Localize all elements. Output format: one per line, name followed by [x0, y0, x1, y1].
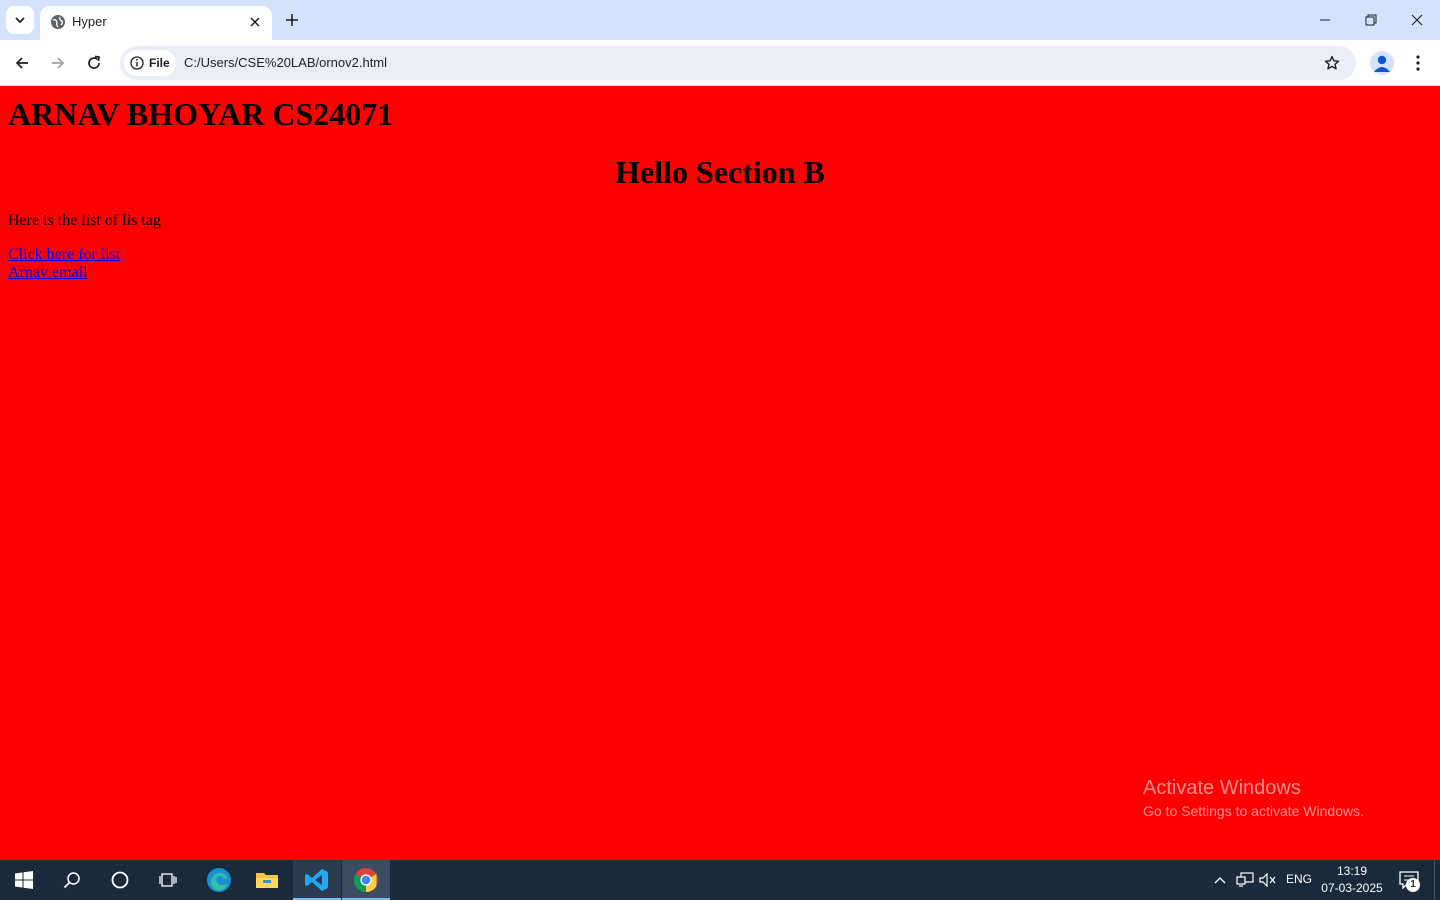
cortana-icon — [111, 871, 129, 889]
volume-button[interactable] — [1258, 870, 1278, 890]
vscode-taskbar-button[interactable] — [293, 860, 341, 900]
new-tab-button[interactable] — [280, 8, 304, 32]
show-hidden-icons-button[interactable] — [1210, 870, 1230, 890]
arrow-left-icon — [15, 57, 28, 69]
file-explorer-taskbar-button[interactable] — [243, 860, 291, 900]
star-icon — [1324, 55, 1340, 70]
tab-close-button[interactable] — [246, 13, 264, 31]
restore-button[interactable] — [1348, 0, 1394, 40]
list-paragraph: Here is the list of lis tag — [8, 212, 161, 229]
reload-button[interactable] — [80, 49, 108, 77]
browser-tab[interactable]: Hyper — [40, 6, 272, 40]
url-text[interactable]: C:/Users/CSE%20LAB/ornov2.html — [184, 55, 387, 70]
close-icon — [250, 17, 260, 27]
vscode-icon — [305, 869, 328, 891]
name-heading: ARNAV BHOYAR CS24071 — [8, 96, 394, 132]
forward-button[interactable] — [44, 49, 72, 77]
watermark-title: Activate Windows — [1143, 777, 1301, 799]
avatar-icon — [1374, 55, 1390, 72]
watermark-subtitle: Go to Settings to activate Windows. — [1143, 803, 1364, 819]
clock-date: 07-03-2025 — [1321, 881, 1383, 895]
close-icon — [1411, 14, 1423, 26]
bookmark-button[interactable] — [1322, 53, 1342, 73]
clock[interactable]: 13:19 07-03-2025 — [1316, 863, 1388, 897]
profile-button[interactable] — [1370, 51, 1394, 75]
minimize-button[interactable] — [1302, 0, 1348, 40]
show-desktop-button[interactable] — [1434, 860, 1440, 900]
hello-heading: Hello Section B — [615, 154, 825, 190]
globe-icon — [51, 15, 65, 29]
volume-muted-icon — [1259, 872, 1276, 888]
search-icon — [63, 872, 80, 889]
minimize-icon — [1320, 19, 1330, 21]
list-link[interactable]: Click here for list — [8, 246, 120, 264]
tab-title: Hyper — [72, 14, 107, 29]
language-indicator[interactable]: ENG — [1286, 872, 1312, 886]
reload-icon — [88, 55, 100, 69]
back-button[interactable] — [8, 49, 36, 77]
page-viewport: ARNAV BHOYAR CS24071 Hello Section B Her… — [0, 87, 1440, 860]
taskbar-search-button[interactable] — [48, 860, 96, 900]
close-window-button[interactable] — [1394, 0, 1440, 40]
plus-icon — [286, 14, 298, 26]
more-vert-icon — [1416, 55, 1420, 71]
clock-time: 13:19 — [1336, 864, 1368, 878]
network-icon — [1236, 872, 1254, 887]
taskbar: ENG 13:19 07-03-2025 1 — [0, 860, 1440, 900]
task-view-button[interactable] — [144, 860, 192, 900]
restore-icon — [1365, 14, 1377, 26]
chevron-up-icon — [1214, 877, 1226, 884]
notification-badge: 1 — [1406, 878, 1420, 892]
edge-icon — [207, 868, 231, 892]
edge-taskbar-button[interactable] — [195, 860, 243, 900]
arrow-right-icon — [52, 57, 65, 69]
cortana-button[interactable] — [96, 860, 144, 900]
email-link[interactable]: Arnav email — [8, 264, 88, 282]
folder-icon — [256, 873, 278, 888]
task-view-icon — [159, 873, 177, 887]
activate-windows-watermark: Activate Windows Go to Settings to activ… — [1143, 776, 1364, 821]
info-icon — [130, 56, 144, 70]
address-bar[interactable]: File C:/Users/CSE%20LAB/ornov2.html — [120, 46, 1356, 80]
start-button[interactable] — [0, 860, 48, 900]
windows-logo-icon — [15, 871, 33, 889]
tab-strip: Hyper — [0, 0, 1440, 40]
site-info-chip[interactable]: File — [124, 50, 176, 76]
site-chip-label: File — [149, 56, 170, 70]
tab-search-button[interactable] — [6, 6, 34, 34]
network-button[interactable] — [1235, 870, 1255, 890]
chevron-down-icon — [15, 17, 25, 24]
browser-menu-button[interactable] — [1408, 51, 1428, 75]
chrome-icon — [353, 868, 378, 892]
chrome-taskbar-button[interactable] — [342, 860, 390, 900]
browser-toolbar: File C:/Users/CSE%20LAB/ornov2.html — [0, 40, 1440, 86]
